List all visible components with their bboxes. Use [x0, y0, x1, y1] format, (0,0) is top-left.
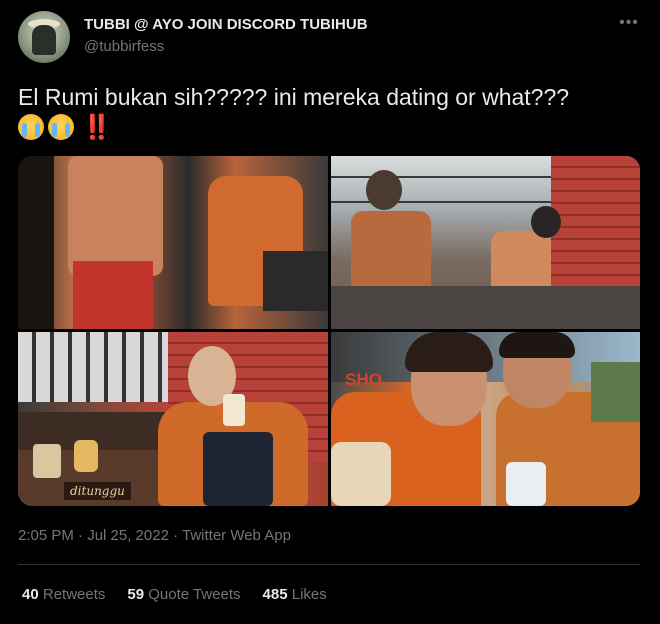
photo-3[interactable]: ditunggu [18, 332, 328, 506]
avatar[interactable] [18, 11, 70, 63]
crying-face-icon [48, 114, 74, 140]
avatar-figure [32, 25, 56, 55]
divider [18, 564, 640, 565]
crying-face-icon [18, 114, 44, 140]
tweet-text: El Rumi bukan sih????? ini mereka dating… [18, 84, 570, 110]
quote-tweets-stat[interactable]: 59 Quote Tweets [127, 586, 240, 603]
photo-1[interactable] [18, 156, 328, 329]
photo-4-sign: SHO [345, 370, 382, 389]
likes-label: Likes [291, 586, 327, 603]
retweets-count: 40 [22, 586, 39, 603]
likes-count: 485 [262, 586, 288, 603]
display-name[interactable]: TUBBI @ AYO JOIN DISCORD TUBIHUB [84, 16, 368, 33]
likes-stat[interactable]: 485 Likes [263, 586, 327, 603]
photo-2[interactable] [331, 156, 640, 329]
media-grid: ditunggu SHO [18, 156, 640, 506]
tweet-emojis: ‼️ [18, 112, 112, 142]
retweets-label: Retweets [42, 586, 106, 603]
tweet-stats: 40 Retweets 59 Quote Tweets 485 Likes [22, 586, 327, 603]
quote-tweets-count: 59 [127, 586, 145, 603]
more-options-icon[interactable]: ••• [618, 14, 640, 32]
photo-4[interactable]: SHO [331, 332, 640, 506]
tweet-timestamp[interactable]: 2:05 PM · Jul 25, 2022 · Twitter Web App [18, 527, 291, 544]
quote-tweets-label: Quote Tweets [148, 586, 241, 603]
username[interactable]: @tubbirfess [84, 38, 164, 55]
retweets-stat[interactable]: 40 Retweets [22, 586, 105, 603]
photo-3-caption: ditunggu [64, 482, 131, 500]
double-exclamation-icon: ‼️ [82, 113, 112, 141]
